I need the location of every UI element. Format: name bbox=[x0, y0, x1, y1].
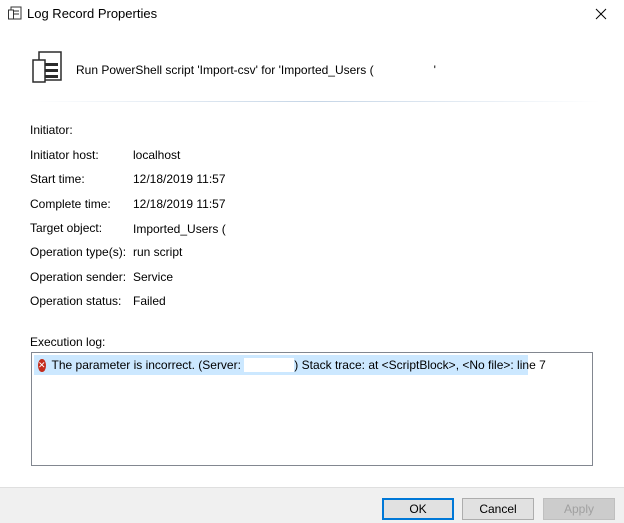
target-object-value: Imported_Users ( bbox=[133, 222, 226, 236]
target-object-label: Target object: bbox=[30, 221, 103, 235]
initiator-host-value: localhost bbox=[133, 148, 181, 162]
ok-button[interactable]: OK bbox=[382, 498, 454, 520]
operation-status-label: Operation status: bbox=[30, 294, 122, 308]
header-suffix: ' bbox=[433, 63, 436, 77]
target-object-value-wrap: Imported_Users ( bbox=[133, 221, 286, 236]
operation-status-value: Failed bbox=[133, 294, 166, 308]
header-divider bbox=[30, 101, 600, 102]
header-operation-description: Run PowerShell script 'Import-csv' for '… bbox=[76, 62, 436, 77]
redacted-region bbox=[225, 221, 286, 233]
title-bar: Log Record Properties bbox=[0, 0, 624, 30]
complete-time-label: Complete time: bbox=[30, 197, 111, 211]
window-app-icon bbox=[8, 6, 22, 20]
close-icon bbox=[595, 8, 607, 23]
redacted-region bbox=[373, 62, 434, 74]
initiator-label: Initiator: bbox=[30, 123, 73, 137]
redacted-region bbox=[244, 358, 295, 373]
window-title: Log Record Properties bbox=[27, 6, 158, 21]
log-entry[interactable]: ✕ The parameter is incorrect. (Server: )… bbox=[34, 355, 546, 375]
operation-type-label: Operation type(s): bbox=[30, 245, 127, 259]
start-time-label: Start time: bbox=[30, 172, 85, 186]
operation-sender-value: Service bbox=[133, 270, 174, 284]
execution-log-label: Execution log: bbox=[30, 335, 106, 349]
initiator-host-label: Initiator host: bbox=[30, 148, 99, 162]
log-entry-text-end: ) Stack trace: at <ScriptBlock>, <No fil… bbox=[294, 357, 546, 372]
cancel-button[interactable]: Cancel bbox=[462, 498, 534, 520]
header-text: Run PowerShell script 'Import-csv' for '… bbox=[76, 63, 374, 77]
log-entry-text-start: The parameter is incorrect. (Server: bbox=[51, 357, 241, 372]
start-time-value: 12/18/2019 11:57 bbox=[133, 172, 226, 186]
error-icon: ✕ bbox=[38, 358, 46, 372]
log-record-icon bbox=[30, 51, 64, 83]
execution-log-list[interactable]: ✕ The parameter is incorrect. (Server: )… bbox=[31, 352, 593, 466]
close-button[interactable] bbox=[578, 0, 624, 30]
log-entry-text: The parameter is incorrect. (Server: ) S… bbox=[52, 358, 546, 373]
operation-type-value: run script bbox=[133, 245, 183, 259]
complete-time-value: 12/18/2019 11:57 bbox=[133, 197, 226, 211]
apply-button[interactable]: Apply bbox=[543, 498, 615, 520]
operation-sender-label: Operation sender: bbox=[30, 270, 127, 284]
